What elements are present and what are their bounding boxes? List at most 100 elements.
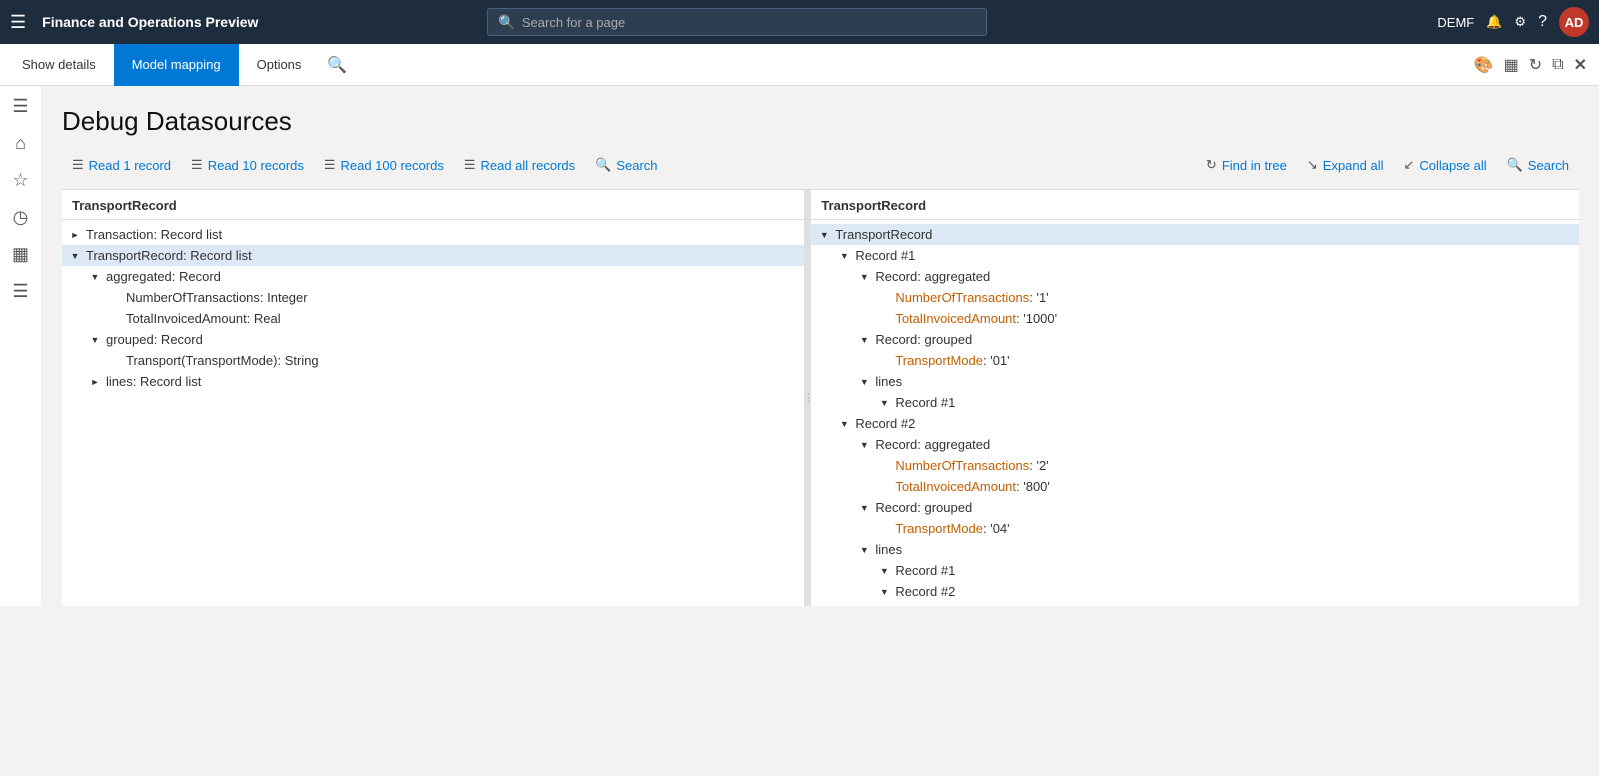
tree-row[interactable]: TotalInvoicedAmount: '1000' xyxy=(811,308,1579,329)
right-tree[interactable]: ▼ TransportRecord ▼ Record #1 ▼ Record: … xyxy=(811,220,1579,606)
panels: TransportRecord ► Transaction: Record li… xyxy=(62,189,1579,606)
search-placeholder: Search for a page xyxy=(522,15,625,30)
read-all-records-btn[interactable]: ☰ Read all records xyxy=(454,153,585,177)
tree-item-label: lines xyxy=(875,542,1575,557)
find-in-tree-btn[interactable]: ↻ Find in tree xyxy=(1196,153,1297,177)
tree-item-label: grouped: Record xyxy=(106,332,800,347)
tab-show-details[interactable]: Show details xyxy=(4,44,114,86)
page-layout: ☰ ⌂ ☆ ◷ ▦ ☰ Debug Datasources ☰ Read 1 r… xyxy=(0,86,1599,606)
sidebar-hamburger-icon[interactable]: ☰ xyxy=(12,96,28,117)
second-nav-search-icon[interactable]: 🔍 xyxy=(327,55,347,75)
expand-arrow-icon xyxy=(877,312,891,326)
expand-arrow-icon: ▼ xyxy=(837,249,851,263)
sidebar-grid-icon[interactable]: ▦ xyxy=(12,244,29,265)
tree-row[interactable]: Transport(TransportMode): String xyxy=(62,350,804,371)
tree-item-label: Record: aggregated xyxy=(875,269,1575,284)
page-title: Debug Datasources xyxy=(62,106,1579,137)
read10-icon: ☰ xyxy=(191,157,203,173)
close-icon[interactable]: ✕ xyxy=(1574,55,1587,75)
tree-item-label: TransportMode: '01' xyxy=(895,353,1575,368)
tree-item-label: Record: grouped xyxy=(875,332,1575,347)
expand-arrow-icon xyxy=(108,291,122,305)
tree-row[interactable]: ▼ Record #1 xyxy=(811,245,1579,266)
tree-item-label: Record: grouped xyxy=(875,500,1575,515)
expand-icon[interactable]: ⧉ xyxy=(1552,56,1563,74)
gear-icon[interactable]: ⚙ xyxy=(1514,14,1526,30)
tree-row[interactable]: ▼ lines xyxy=(811,539,1579,560)
sidebar-home-icon[interactable]: ⌂ xyxy=(15,133,26,154)
hamburger-icon[interactable]: ☰ xyxy=(10,12,26,33)
read-100-records-btn[interactable]: ☰ Read 100 records xyxy=(314,153,454,177)
tab-model-mapping[interactable]: Model mapping xyxy=(114,44,239,86)
tree-row[interactable]: ▼ Record #1 xyxy=(811,392,1579,413)
left-tree[interactable]: ► Transaction: Record list ▼ TransportRe… xyxy=(62,220,804,606)
sidebar-list-icon[interactable]: ☰ xyxy=(12,281,28,302)
tree-item-label: Record #1 xyxy=(895,563,1575,578)
tree-row[interactable]: ▼ grouped: Record xyxy=(62,329,804,350)
tree-row[interactable]: ▼ Record: aggregated xyxy=(811,434,1579,455)
tree-row[interactable]: ▼ aggregated: Record xyxy=(62,266,804,287)
tree-row[interactable]: ▼ TransportRecord xyxy=(811,224,1579,245)
tree-item-label: lines xyxy=(875,374,1575,389)
tab-options[interactable]: Options xyxy=(239,44,320,86)
company-label: DEMF xyxy=(1437,15,1474,30)
left-search-btn[interactable]: 🔍 Search xyxy=(585,153,667,177)
refresh-icon[interactable]: ↻ xyxy=(1529,55,1542,75)
tree-row[interactable]: ▼ Record: grouped xyxy=(811,329,1579,350)
left-panel-header: TransportRecord xyxy=(62,190,804,220)
tree-row[interactable]: ▼ TransportRecord: Record list xyxy=(62,245,804,266)
avatar[interactable]: AD xyxy=(1559,7,1589,37)
search-icon: 🔍 xyxy=(498,14,515,31)
bell-icon[interactable]: 🔔 xyxy=(1486,14,1502,30)
tree-item-label: TransportRecord xyxy=(835,227,1575,242)
tree-row[interactable]: NumberOfTransactions: '1' xyxy=(811,287,1579,308)
collapse-all-icon: ↙ xyxy=(1404,157,1415,173)
tree-row[interactable]: ▼ Record: grouped xyxy=(811,497,1579,518)
tree-item-label: Record: aggregated xyxy=(875,437,1575,452)
tree-row[interactable]: TransportMode: '04' xyxy=(811,518,1579,539)
tree-row[interactable]: NumberOfTransactions: '2' xyxy=(811,455,1579,476)
tree-row[interactable]: ▼ Record #2 xyxy=(811,581,1579,602)
global-search[interactable]: 🔍 Search for a page xyxy=(487,8,987,36)
second-nav: Show details Model mapping Options 🔍 🎨 ▦… xyxy=(0,44,1599,86)
palette-icon[interactable]: 🎨 xyxy=(1474,55,1494,75)
tree-row[interactable]: TotalInvoicedAmount: Real xyxy=(62,308,804,329)
tree-item-label: TransportRecord: Record list xyxy=(86,248,800,263)
sidebar-clock-icon[interactable]: ◷ xyxy=(13,207,29,228)
top-nav: ☰ Finance and Operations Preview 🔍 Searc… xyxy=(0,0,1599,44)
second-nav-actions: 🎨 ▦ ↻ ⧉ ✕ xyxy=(1474,55,1599,75)
tree-row[interactable]: ▼ Record: aggregated xyxy=(811,266,1579,287)
tree-item-label: Record #2 xyxy=(895,584,1575,599)
tree-item-label: Record #1 xyxy=(855,248,1575,263)
tree-item-label: TotalInvoicedAmount: '800' xyxy=(895,479,1575,494)
tree-row[interactable]: NumberOfTransactions: Integer xyxy=(62,287,804,308)
right-search-icon: 🔍 xyxy=(1507,157,1523,173)
content-area: Debug Datasources ☰ Read 1 record ☰ Read… xyxy=(42,86,1599,606)
expand-all-btn[interactable]: ↘ Expand all xyxy=(1297,153,1394,177)
tree-item-label: TransportMode: '04' xyxy=(895,521,1575,536)
tree-row[interactable]: ► lines: Record list xyxy=(62,371,804,392)
tree-item-label: lines: Record list xyxy=(106,374,800,389)
expand-arrow-icon: ► xyxy=(68,228,82,242)
tree-row[interactable]: ▼ Record #2 xyxy=(811,413,1579,434)
right-search-btn[interactable]: 🔍 Search xyxy=(1497,153,1579,177)
tree-item-label: aggregated: Record xyxy=(106,269,800,284)
readall-icon: ☰ xyxy=(464,157,476,173)
tree-row[interactable]: TotalInvoicedAmount: '800' xyxy=(811,476,1579,497)
read-1-record-btn[interactable]: ☰ Read 1 record xyxy=(62,153,181,177)
right-panel: TransportRecord ▼ TransportRecord ▼ Reco… xyxy=(811,190,1579,606)
expand-arrow-icon: ▼ xyxy=(877,396,891,410)
tree-row[interactable]: ▼ lines xyxy=(811,371,1579,392)
tree-item-label: Record #1 xyxy=(895,395,1575,410)
read-10-records-btn[interactable]: ☰ Read 10 records xyxy=(181,153,314,177)
tree-row[interactable]: TransportMode: '01' xyxy=(811,350,1579,371)
expand-arrow-icon xyxy=(108,354,122,368)
help-icon[interactable]: ? xyxy=(1538,13,1547,31)
tree-row[interactable]: ► Transaction: Record list xyxy=(62,224,804,245)
tree-item-label: TotalInvoicedAmount: Real xyxy=(126,311,800,326)
sidebar-star-icon[interactable]: ☆ xyxy=(12,170,28,191)
collapse-all-btn[interactable]: ↙ Collapse all xyxy=(1394,153,1497,177)
expand-arrow-icon xyxy=(108,312,122,326)
columns-icon[interactable]: ▦ xyxy=(1504,55,1519,75)
tree-row[interactable]: ▼ Record #1 xyxy=(811,560,1579,581)
